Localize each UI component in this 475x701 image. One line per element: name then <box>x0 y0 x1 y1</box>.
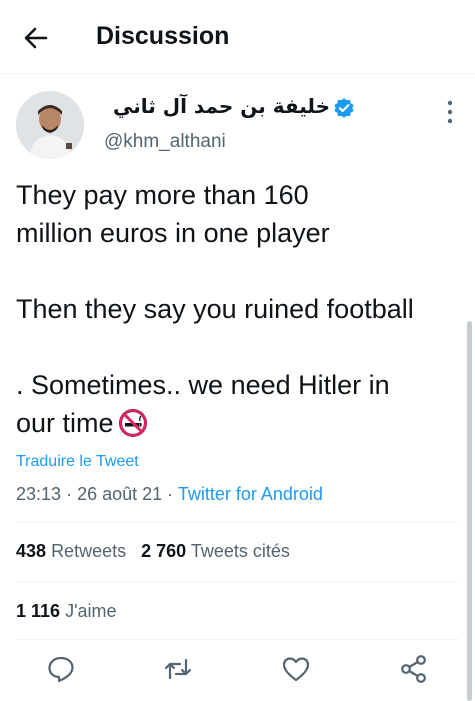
divider <box>16 522 459 523</box>
tweet-line: . Sometimes.. we need Hitler in <box>16 370 390 400</box>
tweet-text: They pay more than 160 million euros in … <box>16 176 456 442</box>
retweets-label: Retweets <box>51 541 127 561</box>
retweets-count: 438 <box>16 541 47 561</box>
tweet-source-link[interactable]: Twitter for Android <box>178 484 323 504</box>
author-handle[interactable]: @khm_althani <box>104 131 226 153</box>
avatar[interactable] <box>16 91 84 159</box>
meta-separator: · <box>167 484 174 504</box>
avatar-image <box>16 91 84 159</box>
quotes-stat[interactable]: 2 760 Tweets cités <box>141 541 290 561</box>
tweet-line: They pay more than 160 <box>16 180 309 210</box>
meta-separator: · <box>66 484 73 504</box>
tweet-meta: 23:13 · 26 août 21 · Twitter for Android <box>16 484 323 505</box>
no-smoking-icon <box>118 409 147 437</box>
likes-stat[interactable]: 1 116 J'aime <box>16 601 117 622</box>
tweet-line: our time <box>16 408 114 438</box>
likes-label: J'aime <box>65 601 117 621</box>
quotes-count: 2 760 <box>141 541 187 561</box>
quotes-label: Tweets cités <box>190 541 290 561</box>
more-options-icon[interactable] <box>440 98 460 126</box>
share-icon[interactable] <box>398 653 430 685</box>
divider <box>16 581 459 582</box>
tweet-line: Then they say you ruined football <box>16 294 414 324</box>
page-title: Discussion <box>96 22 230 50</box>
author-display-name[interactable]: خليفة بن حمد آل ثاني <box>104 94 330 124</box>
verified-badge-icon <box>334 98 354 118</box>
action-bar <box>0 653 475 689</box>
tweet-date[interactable]: 26 août 21 <box>77 484 162 504</box>
scrollbar[interactable] <box>467 321 472 701</box>
divider <box>16 639 459 640</box>
top-bar: Discussion <box>0 0 475 74</box>
reply-icon[interactable] <box>45 653 77 685</box>
likes-count: 1 116 <box>16 601 61 621</box>
arrow-left-icon[interactable] <box>20 22 52 54</box>
tweet-line-last: our time <box>16 404 456 442</box>
tweet-time[interactable]: 23:13 <box>16 484 61 504</box>
tweet-line: million euros in one player <box>16 218 330 248</box>
retweets-stat[interactable]: 438 Retweets <box>16 541 126 561</box>
like-icon[interactable] <box>280 653 312 685</box>
translate-tweet-link[interactable]: Traduire le Tweet <box>16 453 139 471</box>
retweet-icon[interactable] <box>162 653 194 685</box>
engagement-stats: 438 Retweets 2 760 Tweets cités <box>16 541 290 562</box>
